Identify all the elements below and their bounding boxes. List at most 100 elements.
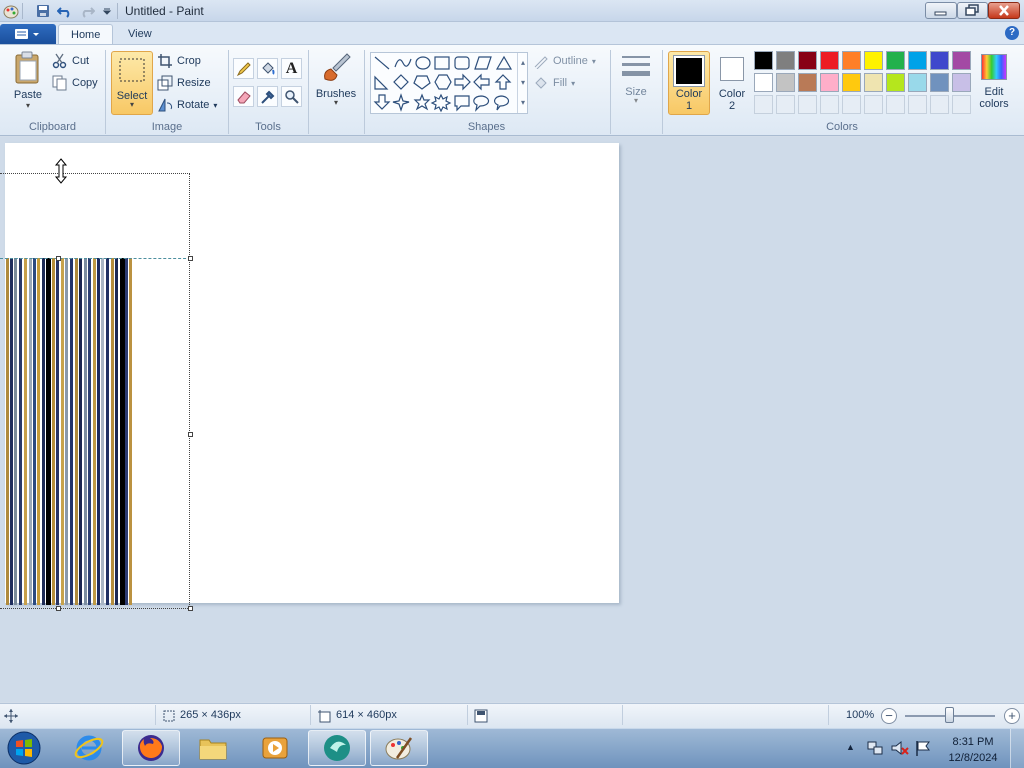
resize-handle-top-right[interactable] — [188, 256, 193, 261]
zoom-out-button[interactable]: − — [881, 708, 897, 724]
save-icon[interactable] — [35, 3, 51, 19]
palette-swatch[interactable] — [930, 73, 949, 92]
restore-button[interactable] — [957, 2, 988, 19]
undo-icon[interactable] — [57, 3, 73, 19]
palette-swatch[interactable] — [842, 73, 861, 92]
start-button[interactable] — [4, 729, 44, 767]
palette-custom-slot[interactable] — [842, 95, 861, 114]
palette-swatch[interactable] — [798, 51, 817, 70]
palette-custom-slot[interactable] — [930, 95, 949, 114]
palette-custom-slot[interactable] — [864, 95, 883, 114]
paste-button[interactable]: Paste ▾ — [8, 50, 48, 116]
clock[interactable]: 8:31 PM 12/8/2024 — [946, 734, 1000, 766]
fill-button[interactable]: Fill ▾ — [533, 73, 575, 93]
color1-swatch — [673, 55, 705, 87]
palette-custom-slot[interactable] — [820, 95, 839, 114]
selection-rectangle[interactable] — [0, 173, 190, 609]
palette-swatch[interactable] — [754, 73, 773, 92]
palette-swatch[interactable] — [908, 73, 927, 92]
color1-button[interactable]: Color 1 — [668, 51, 710, 115]
palette-custom-slot[interactable] — [908, 95, 927, 114]
outline-button[interactable]: Outline ▾ — [533, 51, 596, 71]
taskbar-media-player[interactable] — [246, 730, 304, 766]
taskbar-firefox[interactable] — [122, 730, 180, 766]
rotate-icon — [158, 98, 173, 112]
palette-swatch[interactable] — [864, 51, 883, 70]
magnifier-icon[interactable] — [281, 86, 302, 107]
cut-label: Cut — [72, 55, 90, 67]
volume-muted-icon[interactable] — [890, 739, 910, 760]
shapes-gallery[interactable]: ▴ ▾ ▾ — [370, 52, 528, 114]
cut-button[interactable]: Cut — [52, 51, 89, 71]
copy-button[interactable]: Copy — [52, 73, 98, 93]
customize-qat-icon[interactable] — [99, 3, 115, 19]
resize-handle-bottom[interactable] — [56, 606, 61, 611]
palette-custom-slot[interactable] — [754, 95, 773, 114]
tab-view[interactable]: View — [116, 24, 164, 45]
palette-swatch[interactable] — [952, 51, 971, 70]
palette-swatch[interactable] — [908, 51, 927, 70]
show-hidden-icons[interactable]: ▲ — [846, 742, 855, 752]
palette-swatch[interactable] — [864, 73, 883, 92]
selection-size-readout: 265 × 436px — [180, 709, 241, 721]
palette-custom-slot[interactable] — [952, 95, 971, 114]
copy-icon — [52, 75, 67, 91]
palette-custom-slot[interactable] — [886, 95, 905, 114]
palette-swatch[interactable] — [930, 51, 949, 70]
scissors-icon — [52, 53, 67, 69]
text-icon[interactable]: A — [281, 58, 302, 79]
palette-swatch[interactable] — [842, 51, 861, 70]
color2-button[interactable]: Color 2 — [713, 51, 751, 115]
zoom-in-button[interactable]: + — [1004, 708, 1020, 724]
eraser-icon[interactable] — [233, 86, 254, 107]
minimize-button[interactable] — [925, 2, 957, 19]
shapes-scroll[interactable]: ▴ ▾ ▾ — [517, 53, 528, 113]
color-picker-icon[interactable] — [257, 86, 278, 107]
resize-button[interactable]: Resize — [157, 73, 211, 93]
palette-swatch[interactable] — [776, 51, 795, 70]
crop-label: Crop — [177, 55, 201, 67]
resize-handle-right[interactable] — [188, 432, 193, 437]
help-icon[interactable]: ? — [1005, 26, 1019, 40]
crop-button[interactable]: Crop — [157, 51, 201, 71]
redo-icon[interactable] — [79, 3, 95, 19]
edit-colors-button[interactable]: Edit colors — [976, 51, 1012, 117]
rotate-button[interactable]: Rotate ▾ — [157, 95, 217, 115]
select-button[interactable]: Select ▾ — [111, 51, 153, 115]
tab-home[interactable]: Home — [58, 24, 114, 45]
show-desktop-button[interactable] — [1010, 729, 1024, 768]
color2-label: Color — [718, 88, 746, 100]
color1-number: 1 — [685, 100, 693, 112]
palette-swatch[interactable] — [754, 51, 773, 70]
palette-custom-slot[interactable] — [798, 95, 817, 114]
taskbar-paint[interactable] — [370, 730, 428, 766]
size-button[interactable]: Size ▾ — [617, 51, 655, 115]
palette-swatch[interactable] — [798, 73, 817, 92]
fill-icon[interactable] — [257, 58, 278, 79]
paint-menu-button[interactable] — [0, 24, 56, 44]
palette-swatch[interactable] — [820, 51, 839, 70]
resize-handle-bottom-right[interactable] — [188, 606, 193, 611]
close-button[interactable] — [988, 2, 1020, 19]
zoom-slider-thumb[interactable] — [945, 707, 954, 723]
palette-swatch[interactable] — [952, 73, 971, 92]
resize-label: Resize — [177, 77, 211, 89]
action-center-flag-icon[interactable] — [914, 739, 932, 760]
pencil-icon[interactable] — [233, 58, 254, 79]
paint-app-icon[interactable] — [3, 3, 19, 19]
palette-swatch[interactable] — [776, 73, 795, 92]
resize-handle-top[interactable] — [56, 256, 61, 261]
taskbar-app-teal[interactable] — [308, 730, 366, 766]
brushes-button[interactable]: Brushes ▾ — [314, 51, 358, 115]
taskbar-file-explorer[interactable] — [184, 730, 242, 766]
image-size-readout: 614 × 460px — [336, 709, 397, 721]
brush-icon — [324, 53, 351, 81]
palette-swatch[interactable] — [820, 73, 839, 92]
network-icon[interactable] — [866, 739, 884, 760]
resize-icon — [157, 75, 173, 91]
selection-size-icon — [162, 709, 176, 726]
palette-custom-slot[interactable] — [776, 95, 795, 114]
palette-swatch[interactable] — [886, 73, 905, 92]
palette-swatch[interactable] — [886, 51, 905, 70]
taskbar-internet-explorer[interactable] — [60, 730, 118, 766]
